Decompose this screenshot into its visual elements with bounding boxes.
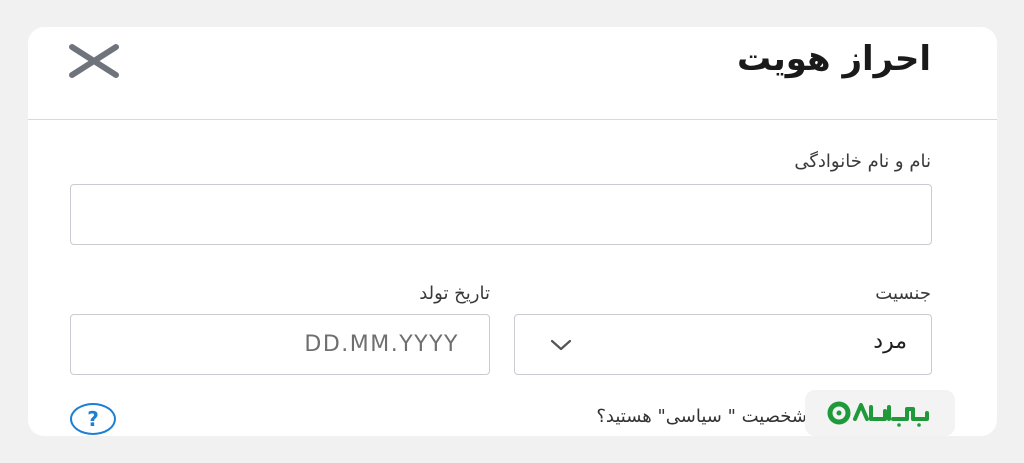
help-icon[interactable]: ? (70, 403, 116, 435)
pep-question-text: شخصیت " سیاسی" هستید؟ (596, 406, 807, 427)
dialog-header: احراز هویت (28, 27, 997, 120)
birth-date-input[interactable] (71, 315, 489, 374)
birth-date-label: تاریخ تولد (419, 283, 490, 304)
soodup-logo-icon (827, 401, 929, 427)
gender-selected-value: مرد (873, 329, 907, 354)
chevron-down-icon (549, 335, 573, 355)
birth-date-field[interactable] (70, 314, 490, 375)
gender-label: جنسیت (875, 283, 931, 304)
close-icon (69, 44, 119, 78)
dialog-title: احراز هویت (736, 39, 931, 79)
gender-select[interactable]: مرد (514, 314, 932, 375)
close-button[interactable] (68, 43, 120, 79)
full-name-input[interactable] (71, 185, 931, 244)
full-name-label: نام و نام خانوادگی (794, 151, 931, 172)
identity-verification-dialog: احراز هویت نام و نام خانوادگی جنسیت تاری… (28, 27, 997, 436)
full-name-field[interactable] (70, 184, 932, 245)
watermark-logo (805, 390, 955, 436)
